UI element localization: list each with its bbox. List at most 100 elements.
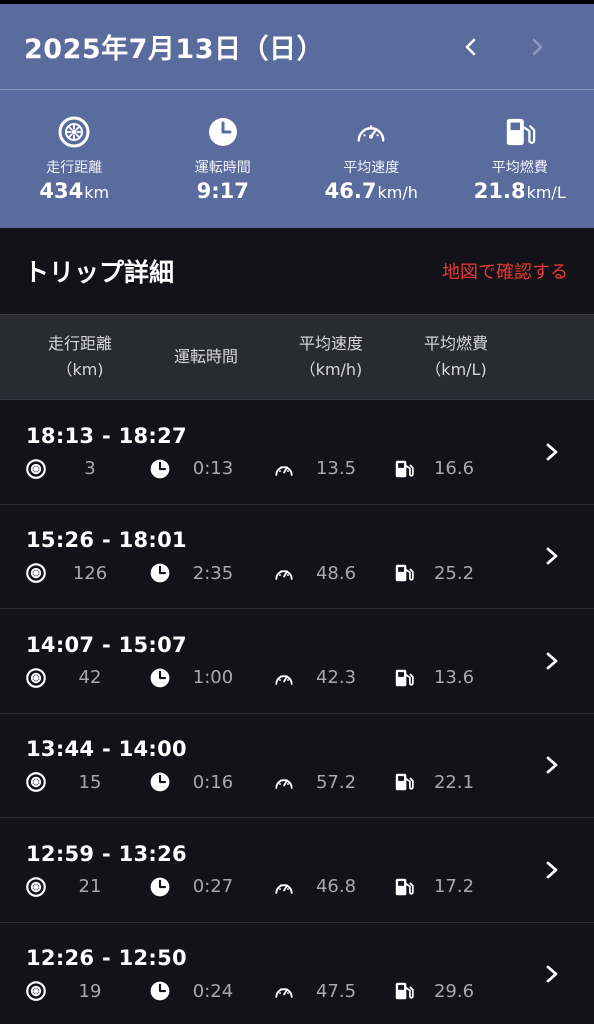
column-header-time: 運転時間 xyxy=(173,347,238,366)
trip-speed-value: 47.5 xyxy=(315,980,357,1002)
trip-duration-value: 0:24 xyxy=(192,980,234,1002)
trip-time-range: 12:26 - 12:50 xyxy=(26,946,187,971)
stat-time-label: 運転時間 xyxy=(194,160,251,176)
column-header-distance: 走行距離 （km) xyxy=(47,334,112,379)
trip-duration: 1:00 xyxy=(150,667,274,688)
speedometer-icon xyxy=(274,877,294,897)
trip-distance: 126 xyxy=(26,563,150,584)
fuel-pump-icon xyxy=(504,116,536,148)
trip-speed: 42.3 xyxy=(274,667,394,688)
clock-icon xyxy=(150,563,170,583)
stat-distance-label: 走行距離 xyxy=(46,160,103,176)
trip-distance: 3 xyxy=(26,458,150,479)
trip-speed: 46.8 xyxy=(274,876,394,897)
stat-speed-label: 平均速度 xyxy=(343,160,400,176)
trip-duration: 0:24 xyxy=(150,981,274,1002)
prev-day-button[interactable] xyxy=(438,27,504,67)
chevron-right-icon xyxy=(540,753,564,777)
stat-distance-value: 434km xyxy=(39,179,110,203)
speedometer-icon xyxy=(355,116,387,148)
trip-row[interactable]: 12:59 - 13:26 21 0:27 46.8 17.2 xyxy=(0,818,594,923)
daily-summary: 2025年7月13日（日） 走行距離 434km 運転時間 9:17 平均速度 … xyxy=(0,4,594,228)
stat-fuel: 平均燃費 21.8km/L xyxy=(446,90,594,227)
trip-metrics: 3 0:13 13.5 16.6 xyxy=(26,458,540,480)
speedometer-icon xyxy=(274,563,294,583)
tire-icon xyxy=(26,772,46,793)
clock-icon xyxy=(150,981,170,1001)
column-header-fuel: 平均燃費 （km/L) xyxy=(423,334,488,379)
stat-time: 運転時間 9:17 xyxy=(149,90,298,227)
trip-fuel: 29.6 xyxy=(394,981,494,1002)
trip-speed-value: 42.3 xyxy=(315,667,357,689)
trip-row[interactable]: 18:13 - 18:27 3 0:13 13.5 16.6 xyxy=(0,400,594,505)
trip-time-range: 12:59 - 13:26 xyxy=(26,841,187,866)
trip-distance: 42 xyxy=(26,667,150,688)
trip-duration: 0:13 xyxy=(150,458,274,479)
trip-info: 14:07 - 15:07 42 1:00 42.3 13.6 xyxy=(26,633,540,689)
trip-distance: 19 xyxy=(26,981,150,1002)
trip-fuel-value: 13.6 xyxy=(433,667,475,689)
trip-row[interactable]: 12:26 - 12:50 19 0:24 47.5 29.6 xyxy=(0,923,594,1024)
trip-distance: 15 xyxy=(26,772,150,793)
trip-row[interactable]: 13:44 - 14:00 15 0:16 57.2 22.1 xyxy=(0,714,594,818)
fuel-pump-icon xyxy=(394,981,414,1001)
speedometer-icon xyxy=(274,772,294,792)
tire-icon xyxy=(26,458,46,479)
trip-time-range: 15:26 - 18:01 xyxy=(26,528,187,553)
column-header-speed: 平均速度 （km/h) xyxy=(298,334,363,379)
trip-distance-value: 21 xyxy=(78,876,102,898)
clock-icon xyxy=(150,459,170,479)
trip-list: 18:13 - 18:27 3 0:13 13.5 16.6 15:26 - 1… xyxy=(0,400,594,1024)
clock-icon xyxy=(150,668,170,688)
trip-distance: 21 xyxy=(26,876,150,897)
speedometer-icon xyxy=(274,459,294,479)
trip-details-header: トリップ詳細 地図で確認する xyxy=(0,228,594,314)
stat-fuel-label: 平均燃費 xyxy=(491,160,548,176)
trip-duration-value: 0:13 xyxy=(192,458,234,480)
trip-speed: 13.5 xyxy=(274,458,394,479)
chevron-right-icon xyxy=(532,38,543,55)
trip-time-range: 14:07 - 15:07 xyxy=(26,632,187,657)
tire-icon xyxy=(26,876,46,897)
tire-icon xyxy=(26,563,46,584)
next-day-button[interactable] xyxy=(504,27,570,67)
trip-fuel-value: 25.2 xyxy=(433,562,475,584)
stat-speed-value: 46.7km/h xyxy=(324,179,418,203)
trip-info: 12:59 - 13:26 21 0:27 46.8 17.2 xyxy=(26,842,540,898)
trip-duration-value: 2:35 xyxy=(192,562,234,584)
speedometer-icon xyxy=(274,981,294,1001)
trip-fuel: 22.1 xyxy=(394,772,494,793)
chevron-right-icon xyxy=(540,649,564,673)
view-on-map-link[interactable]: 地図で確認する xyxy=(442,258,568,284)
tire-icon xyxy=(26,667,46,688)
column-headers: 走行距離 （km) 運転時間 平均速度 （km/h) 平均燃費 （km/L) xyxy=(0,314,594,400)
stat-fuel-value: 21.8km/L xyxy=(473,179,566,203)
fuel-pump-icon xyxy=(394,668,414,688)
stat-time-value: 9:17 xyxy=(196,179,249,203)
chevron-right-icon xyxy=(540,440,564,464)
trip-duration: 0:16 xyxy=(150,772,274,793)
trip-duration-value: 0:27 xyxy=(192,876,234,898)
trip-fuel: 16.6 xyxy=(394,458,494,479)
fuel-pump-icon xyxy=(394,772,414,792)
date-title: 2025年7月13日（日） xyxy=(24,34,325,65)
trip-fuel: 13.6 xyxy=(394,667,494,688)
speedometer-icon xyxy=(274,668,294,688)
trip-fuel: 25.2 xyxy=(394,563,494,584)
trip-metrics: 15 0:16 57.2 22.1 xyxy=(26,771,540,793)
trip-speed: 48.6 xyxy=(274,563,394,584)
chevron-right-icon xyxy=(540,858,564,882)
chevron-left-icon xyxy=(465,38,476,55)
trip-duration-value: 0:16 xyxy=(192,771,234,793)
trip-info: 15:26 - 18:01 126 2:35 48.6 25.2 xyxy=(26,528,540,584)
trip-speed: 57.2 xyxy=(274,772,394,793)
trip-metrics: 19 0:24 47.5 29.6 xyxy=(26,980,540,1002)
trip-metrics: 21 0:27 46.8 17.2 xyxy=(26,876,540,898)
fuel-pump-icon xyxy=(394,459,414,479)
trip-row[interactable]: 14:07 - 15:07 42 1:00 42.3 13.6 xyxy=(0,609,594,714)
trip-row[interactable]: 15:26 - 18:01 126 2:35 48.6 25.2 xyxy=(0,505,594,609)
trip-fuel-value: 17.2 xyxy=(433,876,475,898)
chevron-right-icon xyxy=(540,962,564,986)
trip-fuel-value: 16.6 xyxy=(433,458,475,480)
fuel-pump-icon xyxy=(394,877,414,897)
